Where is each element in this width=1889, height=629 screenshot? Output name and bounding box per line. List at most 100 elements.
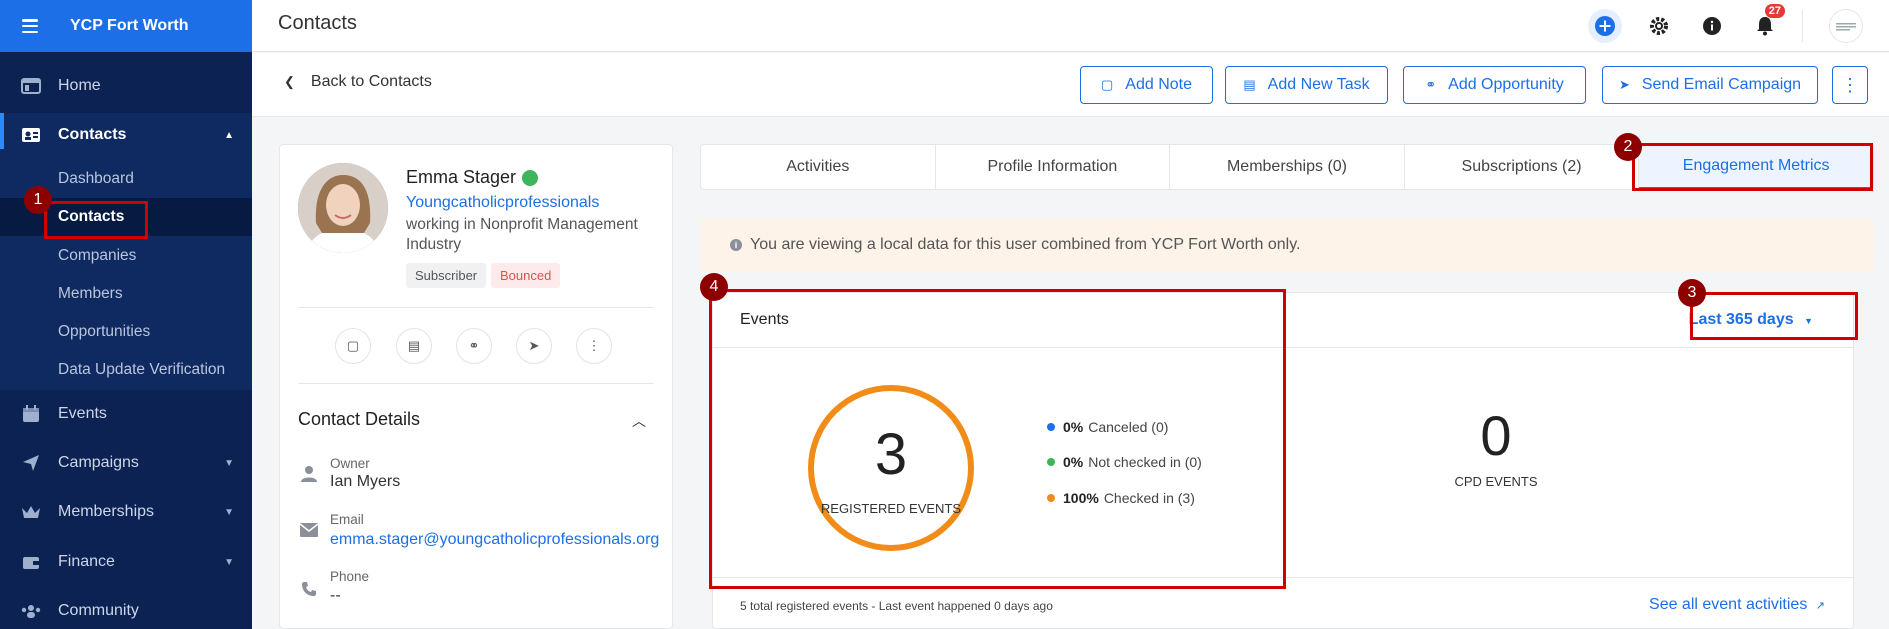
annotation-marker-2: 2 bbox=[1614, 133, 1642, 161]
sidebar-item-memberships[interactable]: Memberships ▼ bbox=[0, 494, 252, 530]
send-email-campaign-button[interactable]: ➤ Send Email Campaign bbox=[1602, 66, 1818, 104]
highlight-box-1 bbox=[44, 201, 148, 239]
annotation-marker-4: 4 bbox=[700, 273, 728, 301]
sidebar-item-label: Memberships bbox=[58, 503, 155, 520]
calendar-icon bbox=[20, 405, 42, 423]
tab-activities[interactable]: Activities bbox=[701, 145, 936, 189]
sub-item-companies[interactable]: Companies bbox=[58, 247, 136, 265]
tab-subscriptions[interactable]: Subscriptions (2) bbox=[1405, 145, 1640, 189]
contact-name-text: Emma Stager bbox=[406, 167, 517, 187]
sidebar-item-contacts[interactable]: Contacts ▲ bbox=[0, 117, 252, 153]
back-to-contacts-link[interactable]: ❮ Back to Contacts bbox=[284, 73, 432, 91]
caret-down-icon: ▼ bbox=[224, 506, 234, 518]
more-actions-button[interactable]: ⋮ bbox=[1832, 66, 1868, 104]
bounced-badge: Bounced bbox=[491, 263, 561, 288]
page-title: Contacts bbox=[278, 12, 357, 34]
contacts-icon bbox=[20, 126, 42, 144]
clipboard-icon: ▤ bbox=[1243, 77, 1256, 92]
profile-card: Emma Stager Youngcatholicprofessionals w… bbox=[279, 144, 673, 629]
annotation-marker-3: 3 bbox=[1678, 279, 1706, 307]
add-note-icon-button[interactable]: ▢ bbox=[335, 328, 371, 364]
send-icon: ➤ bbox=[1618, 77, 1630, 92]
avatar bbox=[298, 163, 388, 253]
note-icon: ▢ bbox=[1100, 77, 1114, 92]
sidebar-item-label: Events bbox=[58, 405, 107, 422]
owner-label: Owner bbox=[330, 456, 370, 471]
sidebar-item-label: Community bbox=[58, 602, 139, 619]
topbar: Contacts 27 bbox=[252, 0, 1889, 52]
phone-label: Phone bbox=[330, 569, 370, 584]
sidebar-item-label: Contacts bbox=[58, 126, 127, 143]
send-email-icon-button[interactable]: ➤ bbox=[516, 328, 552, 364]
add-opportunity-button[interactable]: ⚭ Add Opportunity bbox=[1403, 66, 1586, 104]
contact-name: Emma Stager bbox=[406, 167, 539, 188]
action-bar: ❮ Back to Contacts ▢ Add Note ▤ Add New Ta… bbox=[252, 53, 1889, 117]
people-icon bbox=[20, 602, 42, 620]
send-icon bbox=[20, 454, 42, 472]
wallet-icon bbox=[20, 553, 42, 571]
email-label: Email bbox=[330, 512, 364, 527]
add-note-button[interactable]: ▢ Add Note bbox=[1080, 66, 1213, 104]
button-label: Send Email Campaign bbox=[1641, 76, 1802, 93]
owner-value: Ian Myers bbox=[330, 473, 401, 490]
add-icon[interactable] bbox=[1588, 9, 1622, 43]
info-icon: i bbox=[730, 239, 742, 251]
link-icon: ⚭ bbox=[1425, 77, 1437, 92]
subscriber-badge: Subscriber bbox=[406, 263, 487, 288]
sidebar-item-community[interactable]: Community bbox=[0, 593, 252, 629]
tab-profile-information[interactable]: Profile Information bbox=[936, 145, 1171, 189]
external-link-icon: ↗ bbox=[1815, 600, 1825, 612]
add-new-task-button[interactable]: ▤ Add New Task bbox=[1225, 66, 1388, 104]
org-logo-avatar[interactable] bbox=[1829, 9, 1863, 43]
caret-up-icon: ▲ bbox=[224, 129, 234, 141]
more-icon-button[interactable]: ⋮ bbox=[576, 328, 612, 364]
link-icon: ⚭ bbox=[468, 338, 480, 353]
button-label: Add Note bbox=[1125, 76, 1192, 93]
caret-down-icon: ▼ bbox=[224, 457, 234, 469]
sidebar-item-label: Finance bbox=[58, 553, 115, 570]
highlight-box-3 bbox=[1690, 292, 1858, 340]
button-label: Add New Task bbox=[1267, 76, 1370, 93]
back-label: Back to Contacts bbox=[310, 73, 432, 90]
mail-icon bbox=[298, 519, 320, 541]
send-icon: ➤ bbox=[528, 338, 540, 353]
divider bbox=[298, 307, 654, 308]
annotation-marker-1: 1 bbox=[24, 186, 52, 214]
topbar-divider bbox=[1802, 10, 1803, 42]
gear-icon[interactable] bbox=[1642, 9, 1676, 43]
status-icon bbox=[522, 170, 539, 187]
tab-memberships[interactable]: Memberships (0) bbox=[1170, 145, 1405, 189]
sub-item-members[interactable]: Members bbox=[58, 285, 123, 303]
chevron-up-icon[interactable]: ︿ bbox=[632, 411, 646, 431]
sidebar-item-events[interactable]: Events bbox=[0, 396, 252, 432]
see-all-event-activities-link[interactable]: See all event activities ↗ bbox=[1649, 596, 1825, 614]
note-icon: ▢ bbox=[346, 338, 360, 353]
info-icon[interactable] bbox=[1695, 9, 1729, 43]
menu-icon[interactable] bbox=[22, 19, 38, 33]
caret-down-icon: ▼ bbox=[224, 556, 234, 568]
sub-item-dashboard[interactable]: Dashboard bbox=[58, 170, 134, 188]
highlight-box-2 bbox=[1632, 143, 1873, 191]
button-label: Add Opportunity bbox=[1448, 76, 1564, 93]
sidebar-header: YCP Fort Worth bbox=[0, 0, 252, 52]
crown-icon bbox=[20, 503, 42, 521]
org-name: YCP Fort Worth bbox=[70, 17, 189, 34]
organization-link[interactable]: Youngcatholicprofessionals bbox=[406, 194, 599, 212]
sidebar-item-finance[interactable]: Finance ▼ bbox=[0, 544, 252, 580]
add-opportunity-icon-button[interactable]: ⚭ bbox=[456, 328, 492, 364]
clipboard-icon: ▤ bbox=[407, 338, 421, 353]
vertical-dots-icon: ⋮ bbox=[1841, 75, 1859, 95]
sidebar-item-campaigns[interactable]: Campaigns ▼ bbox=[0, 445, 252, 481]
email-link[interactable]: emma.stager@youngcatholicprofessionals.o… bbox=[330, 531, 659, 549]
sidebar-item-home[interactable]: Home bbox=[0, 68, 252, 104]
bell-icon[interactable]: 27 bbox=[1748, 4, 1785, 43]
industry-text: working in Nonprofit Management Industry bbox=[406, 216, 638, 253]
cpd-events-count: 0 bbox=[1480, 404, 1512, 467]
phone-value: -- bbox=[330, 587, 341, 604]
sub-item-opportunities[interactable]: Opportunities bbox=[58, 323, 150, 341]
sidebar-item-label: Home bbox=[58, 77, 101, 94]
info-banner: i You are viewing a local data for this … bbox=[700, 219, 1874, 271]
add-task-icon-button[interactable]: ▤ bbox=[396, 328, 432, 364]
sub-item-data-update-verification[interactable]: Data Update Verification bbox=[58, 361, 225, 379]
phone-icon bbox=[298, 578, 320, 600]
